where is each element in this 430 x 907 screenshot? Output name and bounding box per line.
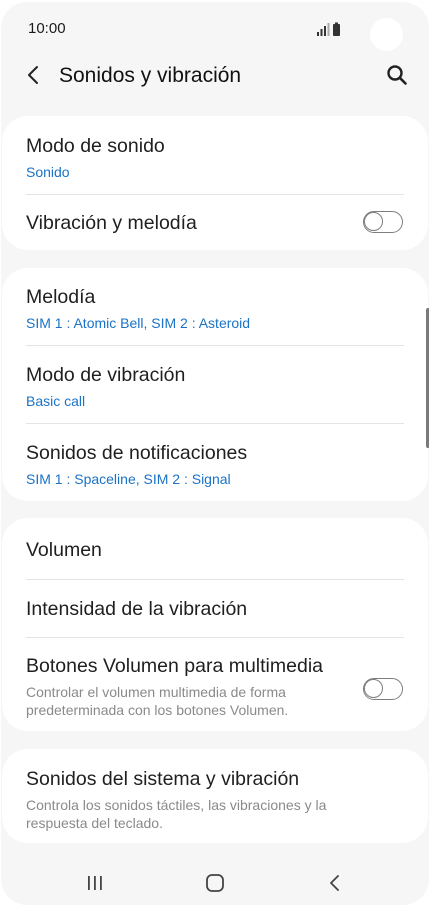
item-value: SIM 1 : Spaceline, SIM 2 : Signal — [26, 471, 231, 487]
item-title: Intensidad de la vibración — [26, 598, 248, 620]
scrollbar[interactable] — [426, 308, 429, 448]
item-title: Modo de vibración — [26, 364, 186, 386]
botones-volumen-toggle[interactable] — [363, 678, 403, 700]
nav-back-icon[interactable] — [323, 872, 347, 894]
item-title: Vibración y melodía — [26, 212, 197, 234]
back-arrow-icon[interactable] — [23, 64, 45, 86]
volume-card: Volumen Intensidad de la vibración Boton… — [2, 518, 428, 731]
status-bar: 10:00 — [1, 2, 429, 54]
item-title: Volumen — [26, 539, 102, 561]
status-time: 10:00 — [28, 20, 66, 37]
list-item-vibracion-melodia[interactable]: Vibración y melodía — [2, 195, 428, 250]
page-title: Sonidos y vibración — [59, 64, 242, 87]
list-item-sonidos-sistema[interactable]: Sonidos del sistema y vibración Controla… — [2, 749, 428, 843]
phone-screen: 10:00 Sonidos y vibración Modo de sonido… — [1, 2, 429, 905]
system-sounds-card: Sonidos del sistema y vibración Controla… — [2, 749, 428, 843]
list-item-melodia[interactable]: Melodía SIM 1 : Atomic Bell, SIM 2 : Ast… — [2, 268, 428, 346]
vibracion-melodia-toggle[interactable] — [363, 211, 403, 233]
item-title: Melodía — [26, 286, 96, 308]
item-title: Botones Volumen para multimedia — [26, 655, 324, 677]
navigation-bar — [1, 858, 429, 905]
item-description-line: Controlar el volumen multimedia de forma — [26, 684, 286, 700]
item-description-line: respuesta del teclado. — [26, 815, 163, 831]
list-item-modo-sonido[interactable]: Modo de sonido Sonido — [2, 116, 428, 195]
ringtone-card: Melodía SIM 1 : Atomic Bell, SIM 2 : Ast… — [2, 268, 428, 501]
item-description: Controla los sonidos táctiles, las vibra… — [26, 796, 404, 832]
home-icon[interactable] — [203, 872, 227, 894]
item-value: SIM 1 : Atomic Bell, SIM 2 : Asteroid — [26, 315, 251, 331]
list-item-intensidad-vibracion[interactable]: Intensidad de la vibración — [2, 580, 428, 638]
list-item-modo-vibracion[interactable]: Modo de vibración Basic call — [2, 346, 428, 424]
item-description-line: Controla los sonidos táctiles, las vibra… — [26, 797, 327, 813]
list-item-volumen[interactable]: Volumen — [2, 518, 428, 580]
signal-battery-icon — [317, 22, 340, 36]
item-title: Sonidos de notificaciones — [26, 442, 248, 464]
recents-icon[interactable] — [83, 872, 107, 894]
sound-mode-card: Modo de sonido Sonido Vibración y melodí… — [2, 116, 428, 250]
list-item-sonidos-notificaciones[interactable]: Sonidos de notificaciones SIM 1 : Spacel… — [2, 424, 428, 501]
item-title: Sonidos del sistema y vibración — [26, 768, 300, 790]
camera-cutout — [370, 18, 403, 51]
search-icon[interactable] — [386, 64, 408, 86]
item-value: Sonido — [26, 164, 70, 180]
list-item-botones-volumen[interactable]: Botones Volumen para multimedia Controla… — [2, 638, 428, 731]
item-description: Controlar el volumen multimedia de forma… — [26, 683, 404, 719]
item-description-line: predeterminada con los botones Volumen. — [26, 702, 289, 718]
item-title: Modo de sonido — [26, 135, 165, 157]
item-value: Basic call — [26, 393, 86, 409]
app-bar: Sonidos y vibración — [1, 54, 429, 102]
